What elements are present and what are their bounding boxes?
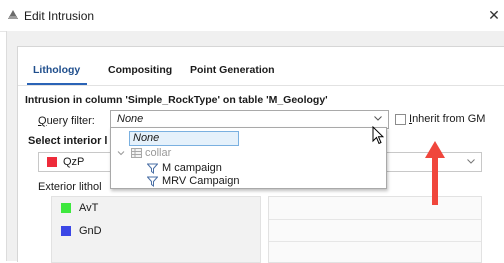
query-filter-value: None <box>117 113 144 125</box>
query-filter-popup: None collar M campaign MRV Campaign <box>110 127 387 189</box>
table-icon <box>131 148 142 158</box>
tab-lithology[interactable]: Lithology <box>33 64 80 76</box>
option-label: None <box>133 132 160 144</box>
close-button[interactable]: ✕ <box>484 0 504 31</box>
filter-icon <box>147 176 158 187</box>
app-icon <box>8 10 18 19</box>
chevron-down-icon <box>374 116 382 121</box>
chevron-down-icon <box>467 159 475 164</box>
tab-point-generation[interactable]: Point Generation <box>190 64 275 76</box>
title-bar: Edit Intrusion ✕ <box>0 0 504 32</box>
exterior-lithology-list: AvT GnD <box>51 196 261 263</box>
interior-color-swatch <box>47 157 57 167</box>
dropdown-option-none[interactable]: None <box>129 131 239 146</box>
lithology-name: GnD <box>79 225 102 237</box>
group-label: collar <box>145 147 172 159</box>
inherit-label: Inherit from GM <box>409 113 486 125</box>
option-label: MRV Campaign <box>162 175 240 187</box>
color-swatch <box>61 226 71 236</box>
exterior-lithology-label: Exterior lithol <box>38 181 102 193</box>
section-title: Intrusion in column 'Simple_RockType' on… <box>25 94 328 106</box>
select-interior-label: Select interior l <box>28 135 108 147</box>
mouse-cursor-icon <box>372 126 384 145</box>
option-label: M campaign <box>162 162 222 174</box>
tab-compositing[interactable]: Compositing <box>108 64 172 76</box>
row-divider <box>269 219 481 220</box>
annotation-arrow-icon <box>425 141 445 205</box>
selected-lithology-list <box>268 196 482 263</box>
window-title: Edit Intrusion <box>24 9 95 23</box>
row-divider <box>269 241 481 242</box>
tab-divider <box>18 85 504 86</box>
filter-icon <box>147 163 158 174</box>
interior-lithology-value: QzP <box>63 156 85 168</box>
list-item[interactable]: AvT <box>52 197 260 219</box>
query-filter-label: Query filter: <box>38 115 95 127</box>
lithology-name: AvT <box>79 202 99 214</box>
inherit-checkbox[interactable] <box>395 114 406 125</box>
list-item[interactable]: GnD <box>52 220 260 242</box>
chevron-down-icon[interactable] <box>117 149 125 157</box>
color-swatch <box>61 203 71 213</box>
